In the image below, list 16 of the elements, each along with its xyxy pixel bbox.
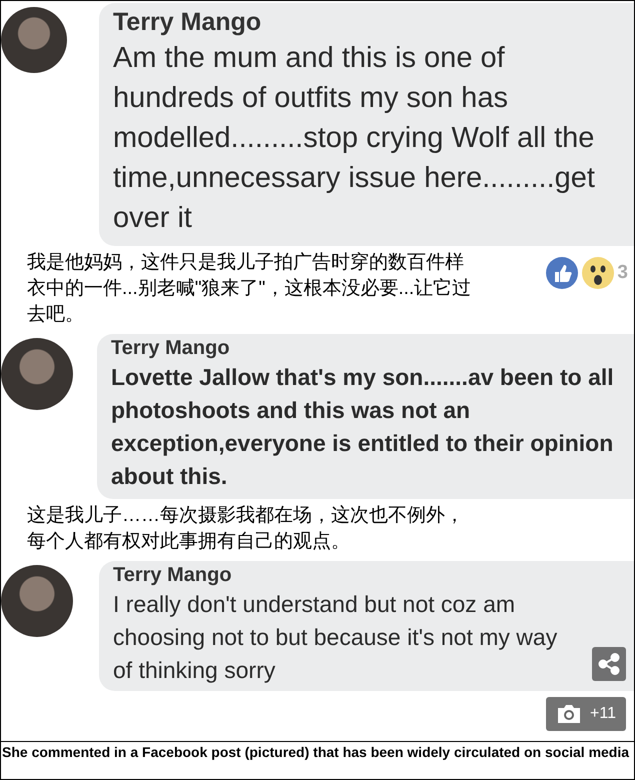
comment-text: I really don't understand but not coz am choosing not to but because it's not my way of thinking sorry	[113, 590, 558, 686]
translation-text: 这是我儿子……每次摄影我都在场，这次也不例外，每个人都有权对此事拥有自己的观点。	[27, 504, 465, 554]
gallery-button[interactable]: +11	[546, 697, 626, 731]
thumbs-up-icon	[545, 256, 580, 290]
commenter-name: Terry Mango	[111, 336, 231, 362]
image-caption: She commented in a Facebook post (pictured) that has been widely circulated on social media	[0, 741, 635, 780]
comment-text: Lovette Jallow that's my son.......av been to all photoshoots and this was not an exception,everyone is entitled to their opinion about this.	[111, 363, 615, 492]
commenter-name: Terry Mango	[113, 563, 233, 588]
camera-icon	[556, 704, 582, 724]
comment-text: Am the mum and this is one of hundreds of outfits my son has modelled.........stop crying Wolf all the time,unnecessary issue here.........get over it	[113, 41, 596, 236]
share-button[interactable]	[592, 647, 626, 681]
translation-text: 我是他妈妈，这件只是我儿子拍广告时穿的数百件样衣中的一件...别老喊"狼来了"，这根本没必要...让它过去吧。	[27, 251, 472, 328]
share-icon	[598, 653, 620, 675]
reaction-count: 3	[617, 262, 628, 284]
commenter-name: Terry Mango	[113, 7, 262, 38]
wow-emoji-icon	[581, 256, 616, 290]
